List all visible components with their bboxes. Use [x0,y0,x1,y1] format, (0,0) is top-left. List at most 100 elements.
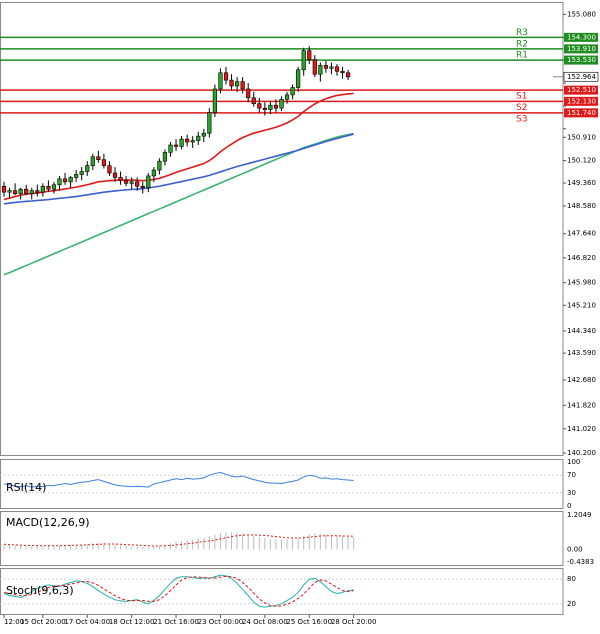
chart-background [0,0,600,630]
y-tick-label: 150.120 [567,157,596,165]
candle-down [135,181,140,187]
candle-up [296,69,301,88]
candle-down [62,178,68,183]
macd-tick-label: 1.2049 [567,511,592,519]
candle-up [279,98,284,109]
candle-up [151,169,156,177]
candle-up [162,152,168,162]
level-label-s2: 152.130 [567,97,596,105]
level-name-s2: S2 [516,103,527,113]
rsi-label: RSI(14) [6,481,46,494]
y-tick-label: 149.360 [567,179,596,187]
candle-up [74,174,79,178]
level-label-s3: 151.740 [567,109,596,117]
candle-down [35,190,40,193]
x-tick-label: 23 Oct 00:00 [198,618,244,626]
candle-up [207,112,212,134]
x-tick-label: 24 Oct 08:00 [242,618,288,626]
candle-down [340,70,345,74]
macd-tick-label: -0.4383 [567,558,594,566]
y-tick-label: 150.910 [567,133,596,141]
y-tick-label: 146.820 [567,254,596,262]
stoch-tick-label: 80 [567,575,576,583]
candle-up [51,184,57,190]
candle-up [329,66,334,69]
candle-up [284,94,290,100]
level-name-s3: S3 [516,114,527,124]
candle-down [13,190,18,194]
rsi-tick-label: 100 [567,458,580,466]
candle-down [323,65,329,69]
candle-up [201,132,206,137]
x-tick-label: 17 Oct 04:00 [64,618,110,626]
candle-up [318,65,323,75]
x-tick-label: 28 Oct 20:00 [331,618,377,626]
candle-up [68,177,73,183]
y-tick-label: 141.020 [567,425,596,433]
candle-down [273,104,279,109]
candle-down [257,103,262,109]
stoch-label: Stoch(9,6,3) [6,584,74,597]
candle-up [190,140,195,143]
candle-up [212,88,218,113]
level-name-s1: S1 [516,92,527,102]
candle-up [7,190,12,193]
candle-up [268,104,273,110]
candle-down [262,107,267,110]
candle-down [112,172,118,178]
candle-up [29,190,34,194]
y-tick-label: 148.580 [567,202,596,210]
x-tick-label: 21 Oct 16:00 [153,618,199,626]
x-tick-label: 15 Oct 20:00 [20,618,66,626]
y-tick-label: 142.680 [567,376,596,384]
candle-down [246,88,251,99]
stoch-tick-label: 20 [567,600,576,608]
forex-chart: 155.080 150.910 150.120 149.360 148.580 147.6… [0,0,600,630]
candle-up [18,188,23,194]
candle-down [307,50,312,60]
y-tick-label: 147.640 [567,230,596,238]
candle-down [24,188,29,194]
candle-down [312,59,317,75]
y-tick-label: 141.820 [567,401,596,409]
candle-up [301,50,306,71]
candle-up [79,171,84,175]
chart-svg: 155.080 150.910 150.120 149.360 148.580 147.6… [0,0,600,630]
candle-down [345,72,351,78]
rsi-tick-label: 30 [567,489,576,497]
level-label-s1: 152.510 [567,86,596,94]
level-name-r3: R3 [516,28,528,38]
candle-down [107,165,112,174]
candle-down [140,185,145,189]
candle-up [196,135,201,141]
candle-up [157,160,162,171]
candle-down [229,79,234,87]
level-label-r3: 154.300 [567,33,596,41]
y-tick-label: 145.210 [567,301,596,309]
x-tick-label: 18 Oct 12:00 [109,618,155,626]
y-tick-label: 143.590 [567,349,596,357]
level-name-r1: R1 [516,51,528,61]
candle-down [101,159,106,166]
candle-down [185,138,190,143]
macd-label: MACD(12,26,9) [6,516,90,529]
candle-up [290,87,295,96]
candle-up [57,178,62,186]
candle-down [240,81,245,90]
y-tick-label: 145.980 [567,279,596,287]
y-tick-label: 140.200 [567,449,596,457]
candle-down [96,156,101,161]
candle-down [46,185,51,190]
y-tick-label: 144.340 [567,327,596,335]
candle-down [334,66,340,72]
y-tick-label: 155.080 [567,10,596,18]
current-price-label: 152.964 [567,73,596,81]
candle-down [251,97,256,105]
rsi-tick-label: 0 [567,502,571,510]
candle-up [90,156,95,166]
candle-up [40,185,45,193]
candle-up [146,175,151,189]
level-name-r2: R2 [516,39,528,49]
candle-up [179,138,184,147]
candle-down [124,180,129,184]
